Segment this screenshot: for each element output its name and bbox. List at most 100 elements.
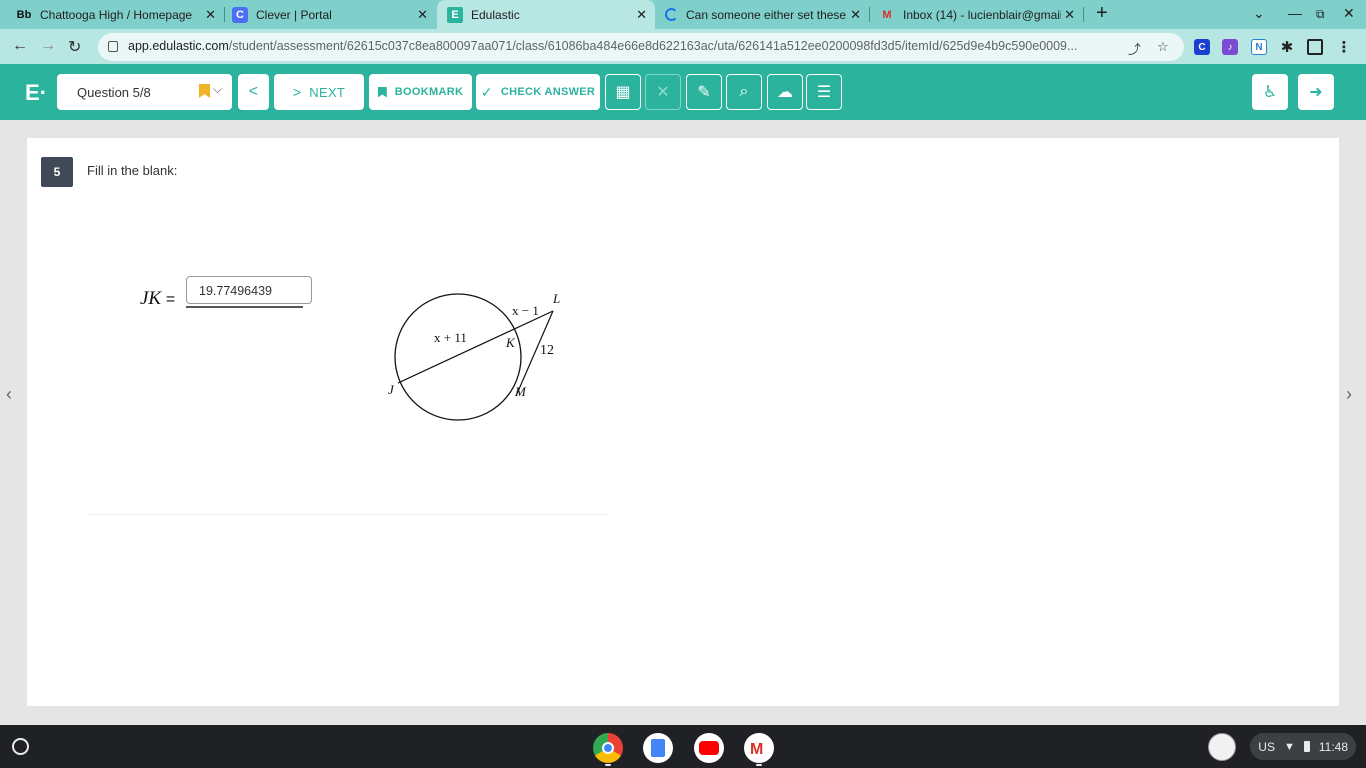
- check-answer-label: CHECK ANSWER: [500, 86, 596, 98]
- close-window-icon[interactable]: ✕: [1343, 5, 1355, 22]
- docs-app-icon[interactable]: [643, 733, 673, 763]
- back-arrow-icon[interactable]: ←: [12, 37, 28, 55]
- accessibility-icon: ♿: [1262, 84, 1278, 101]
- zoom-button[interactable]: ⌕: [726, 74, 762, 110]
- running-indicator: [605, 764, 611, 766]
- segment-label-kl: x − 1: [512, 303, 539, 318]
- menu-button[interactable]: ☰: [806, 74, 842, 110]
- chrome-center-icon: [602, 742, 614, 754]
- edulastic-favicon-icon: E: [447, 6, 463, 23]
- share-icon[interactable]: ⤴: [1128, 39, 1141, 58]
- browser-tab-strip: Bb Chattooga High / Homepage ✕ C Clever …: [0, 0, 1366, 29]
- docs-page-icon: [651, 739, 665, 757]
- bookmark-flag-icon: [199, 84, 210, 98]
- accessibility-button[interactable]: ♿: [1252, 74, 1288, 110]
- clever-favicon-icon: C: [232, 6, 248, 23]
- close-tab-icon[interactable]: ✕: [1064, 7, 1075, 23]
- forward-arrow-icon[interactable]: →: [40, 37, 56, 55]
- gmail-m-icon: M: [750, 741, 764, 758]
- magnifier-icon: ⌕: [739, 83, 749, 100]
- close-tab-icon[interactable]: ✕: [205, 7, 216, 23]
- secant-jl: [397, 310, 554, 384]
- tab-title: Inbox (14) - lucienblair@gmail.com: [903, 7, 1061, 22]
- launcher-icon[interactable]: [12, 738, 29, 755]
- question-area: ‹ › 5 Fill in the blank: JK = 19.7749643…: [0, 120, 1366, 725]
- gmail-favicon-icon: M: [882, 8, 892, 21]
- question-select[interactable]: Question 5/8 ⌵: [57, 74, 232, 110]
- tab-separator: [1083, 7, 1084, 22]
- answer-input[interactable]: 19.77496439: [186, 276, 312, 304]
- blackboard-favicon-icon: Bb: [16, 8, 32, 21]
- user-avatar[interactable]: [1208, 733, 1236, 761]
- notepad-icon: ✎: [697, 84, 711, 101]
- side-panel-icon[interactable]: [1307, 39, 1323, 55]
- tab-gmail[interactable]: M Inbox (14) - lucienblair@gmail.com ✕: [869, 0, 1083, 29]
- extension-mote-icon[interactable]: ♪: [1222, 39, 1238, 55]
- close-tab-icon[interactable]: ✕: [636, 7, 647, 23]
- grid-icon: ▦: [615, 84, 631, 101]
- running-indicator: [756, 764, 762, 766]
- loading-spinner-icon: [665, 8, 678, 21]
- close-tab-icon[interactable]: ✕: [417, 7, 428, 23]
- star-bookmark-icon[interactable]: ☆: [1157, 39, 1169, 55]
- exit-button[interactable]: ➜: [1298, 74, 1334, 110]
- question-number-badge: 5: [41, 157, 73, 187]
- prev-question-arrow-icon[interactable]: ‹: [6, 384, 12, 405]
- next-question-arrow-icon[interactable]: ›: [1346, 384, 1352, 405]
- tab-chattooga[interactable]: Bb Chattooga High / Homepage ✕: [6, 0, 224, 29]
- crossout-button[interactable]: ✕: [645, 74, 681, 110]
- extensions-puzzle-icon[interactable]: ✱: [1279, 39, 1295, 56]
- tab-search-chevron-icon[interactable]: ⌄: [1253, 5, 1265, 22]
- bookmark-button[interactable]: BOOKMARK: [369, 74, 472, 110]
- check-answer-button[interactable]: ✓ CHECK ANSWER: [476, 74, 600, 110]
- tab-clever[interactable]: C Clever | Portal ✕: [222, 0, 436, 29]
- exit-arrow-icon: ➜: [1309, 84, 1323, 101]
- answer-label-variable: JK: [140, 288, 162, 309]
- segment-label-lm: 12: [540, 343, 554, 358]
- tab-question-loading[interactable]: Can someone either set these up ✕: [655, 0, 869, 29]
- url-path: /student/assessment/62615c037c8ea800097a…: [228, 39, 1078, 53]
- answer-label-equals: =: [165, 291, 176, 308]
- minimize-icon[interactable]: —: [1288, 5, 1302, 21]
- youtube-app-icon[interactable]: [694, 733, 724, 763]
- point-label-j: J: [388, 382, 395, 397]
- browser-menu-icon[interactable]: ⋮: [1336, 39, 1352, 56]
- scratchpad-button[interactable]: ✎: [686, 74, 722, 110]
- close-tab-icon[interactable]: ✕: [850, 7, 861, 23]
- wifi-icon: ▼: [1283, 740, 1295, 753]
- close-icon: ✕: [656, 84, 670, 101]
- reload-icon[interactable]: ↻: [68, 37, 81, 57]
- point-label-l: L: [552, 291, 560, 306]
- extension-n-icon[interactable]: N: [1251, 39, 1267, 55]
- save-cloud-button[interactable]: ☁: [767, 74, 803, 110]
- battery-icon: [1303, 741, 1310, 752]
- chrome-app-icon[interactable]: [593, 733, 623, 763]
- question-select-value: Question 5/8: [77, 84, 151, 100]
- bookmark-label: BOOKMARK: [394, 86, 464, 98]
- tab-title: Chattooga High / Homepage: [40, 7, 193, 22]
- tab-title: Edulastic: [471, 7, 520, 22]
- edulastic-header: E· Question 5/8 ⌵ < > NEXT BOOKMARK ✓ CH…: [0, 64, 1366, 120]
- point-label-k: K: [505, 335, 516, 350]
- divider: [87, 514, 608, 515]
- circle: [394, 293, 522, 421]
- chromeos-shelf: M US ▼ 11:48: [0, 725, 1366, 768]
- chevron-right-icon: >: [292, 84, 302, 100]
- site-info-icon[interactable]: [108, 41, 118, 52]
- answer-eliminator-button[interactable]: ▦: [605, 74, 641, 110]
- new-tab-button[interactable]: +: [1096, 2, 1108, 25]
- bookmark-icon: [377, 86, 387, 98]
- url-host: app.edulastic.com: [128, 39, 229, 53]
- gmail-app-icon[interactable]: M: [744, 733, 774, 763]
- address-bar[interactable]: app.edulastic.com/student/assessment/626…: [98, 33, 1184, 61]
- clock: 11:48: [1318, 739, 1348, 754]
- tab-title: Clever | Portal: [256, 7, 332, 22]
- restore-icon[interactable]: ⧉: [1316, 7, 1325, 22]
- next-button[interactable]: > NEXT: [274, 74, 364, 110]
- previous-question-button[interactable]: <: [238, 74, 269, 110]
- status-tray[interactable]: US ▼ 11:48: [1250, 733, 1356, 760]
- point-label-m: M: [514, 384, 527, 399]
- tab-edulastic[interactable]: E Edulastic ✕: [437, 0, 655, 29]
- tab-title: Can someone either set these up: [686, 7, 846, 22]
- extension-c-icon[interactable]: C: [1194, 39, 1210, 55]
